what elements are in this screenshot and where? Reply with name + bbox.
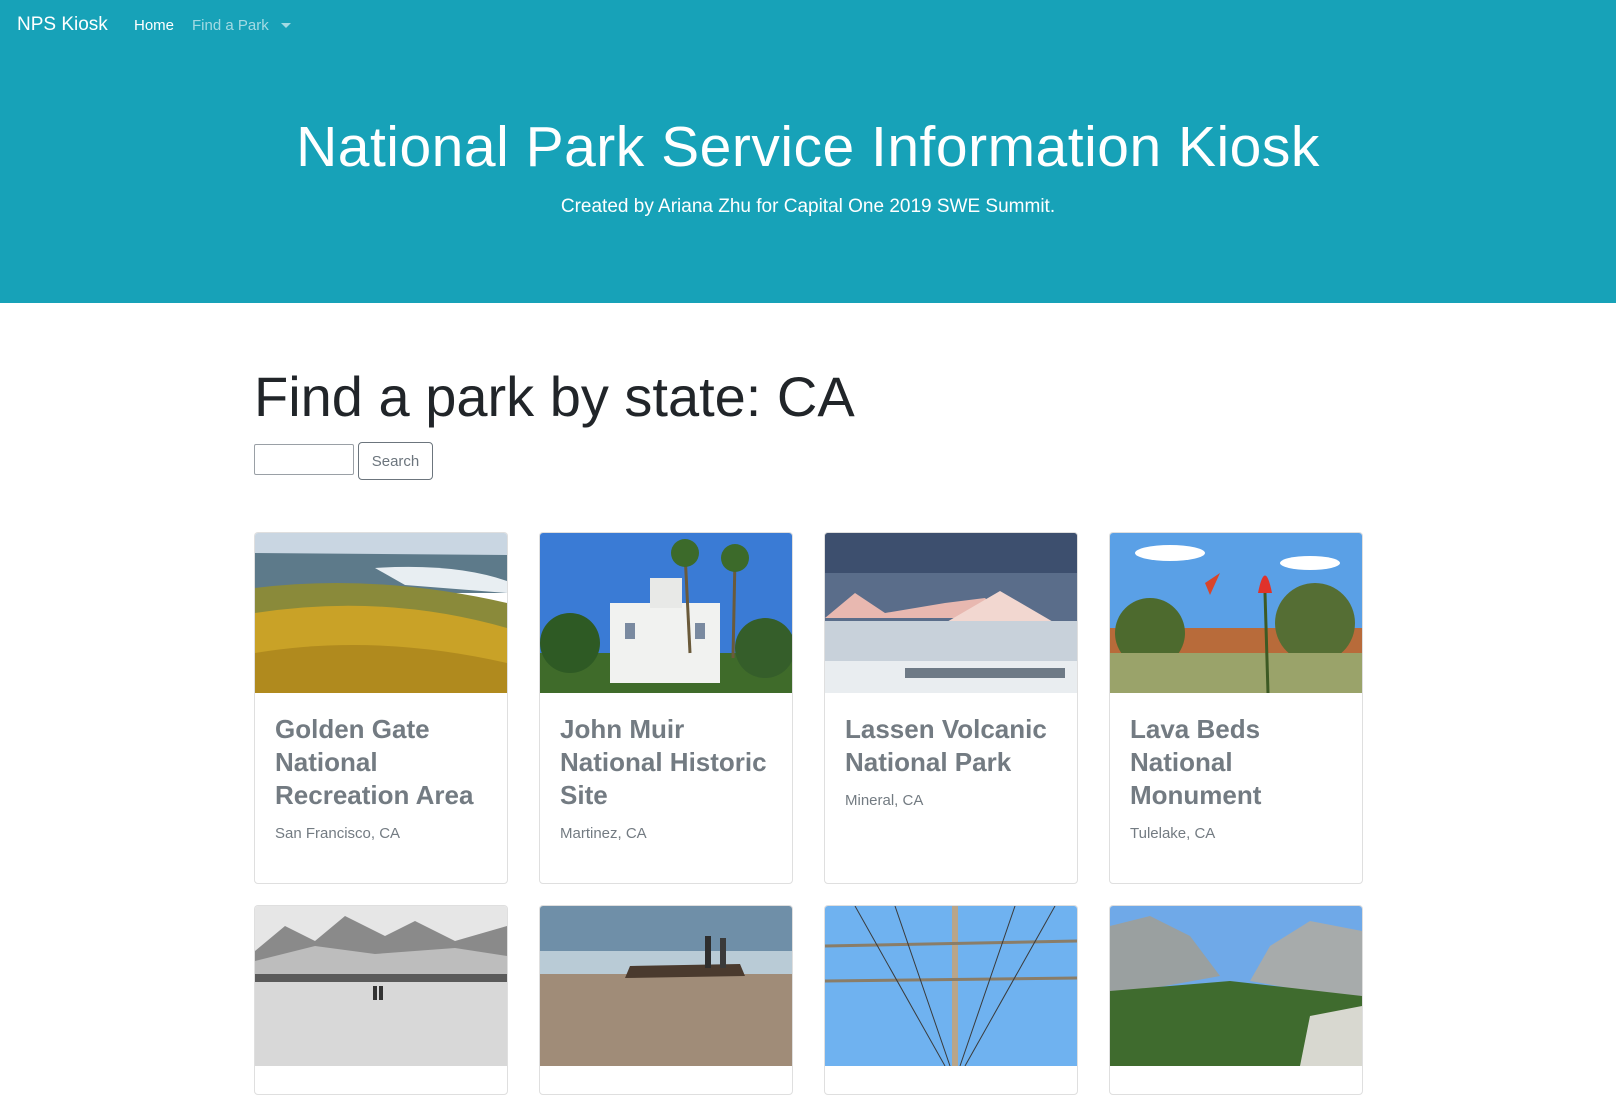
park-photo-wildflowers: [1110, 533, 1362, 693]
hero-title: National Park Service Information Kiosk: [296, 115, 1320, 179]
park-location: Tulelake, CA: [1130, 825, 1216, 842]
park-photo-snowy-mountain: [825, 533, 1077, 693]
navbar: NPS Kiosk Home Find a Park: [0, 0, 1616, 52]
park-card-lava-beds[interactable]: Lava Beds National Monument Tulelake, CA: [1109, 532, 1363, 884]
park-photo-coastline: [255, 533, 507, 693]
park-name: Golden Gate National Recreation Area: [275, 714, 474, 810]
park-photo-canyon: [1110, 906, 1362, 1066]
park-card[interactable]: [539, 905, 793, 1095]
park-photo-desert-camp: [255, 906, 507, 1066]
park-card[interactable]: [824, 905, 1078, 1095]
park-location: Mineral, CA: [845, 792, 924, 809]
park-card[interactable]: [254, 905, 508, 1095]
nav-find-a-park-dropdown[interactable]: Find a Park: [192, 17, 269, 34]
brand-link[interactable]: NPS Kiosk: [17, 14, 108, 36]
nav-home-link[interactable]: Home: [134, 17, 174, 34]
park-name: Lassen Volcanic National Park: [845, 714, 1047, 777]
hero-banner: NPS Kiosk Home Find a Park National Park…: [0, 0, 1616, 303]
park-photo-ship-rigging: [825, 906, 1077, 1066]
hero-subtitle: Created by Ariana Zhu for Capital One 20…: [560, 196, 1056, 217]
park-card-golden-gate[interactable]: Golden Gate National Recreation Area San…: [254, 532, 508, 884]
park-location: San Francisco, CA: [275, 825, 401, 842]
park-card-lassen[interactable]: Lassen Volcanic National Park Mineral, C…: [824, 532, 1078, 884]
park-location: Martinez, CA: [560, 825, 647, 842]
park-photo-tidepools: [540, 906, 792, 1066]
park-photo-house: [540, 533, 792, 693]
search-button[interactable]: Search: [358, 442, 433, 480]
page-title: Find a park by state: CA: [254, 365, 855, 428]
park-card-john-muir[interactable]: John Muir National Historic Site Martine…: [539, 532, 793, 884]
park-name: Lava Beds National Monument: [1130, 714, 1262, 810]
park-name: John Muir National Historic Site: [560, 714, 767, 810]
search-input[interactable]: [254, 444, 354, 475]
chevron-down-icon[interactable]: [281, 23, 291, 28]
park-card[interactable]: [1109, 905, 1363, 1095]
